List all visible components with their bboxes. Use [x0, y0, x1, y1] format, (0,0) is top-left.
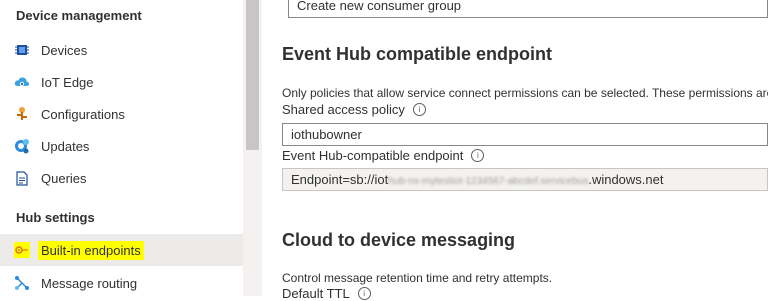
- device-management-title: Device management: [16, 8, 142, 23]
- hub-settings-title: Hub settings: [16, 210, 95, 225]
- endpoint-label: Event Hub-compatible endpoint i: [282, 148, 485, 163]
- cloud-icon: [14, 74, 30, 90]
- main-content: Create new consumer group Event Hub comp…: [262, 0, 768, 301]
- shared-access-policy-value: iothubowner: [291, 127, 362, 142]
- sidebar-item-label: IoT Edge: [41, 74, 94, 90]
- endpoint-obscured: hub-ns-mytestiot-1234567-abcdef.serviceb…: [388, 176, 589, 187]
- sidebar-item-label: Devices: [41, 42, 88, 58]
- sidebar-item-label: Message routing: [41, 275, 138, 291]
- chip-icon: [14, 42, 30, 58]
- sidebar-item-message-routing[interactable]: Message routing: [0, 267, 243, 299]
- endpoint-prefix: Endpoint=sb://iot: [291, 172, 389, 187]
- policy-note: Only policies that allow service connect…: [282, 86, 768, 100]
- endpoint-field[interactable]: Endpoint=sb://iothub-ns-mytestiot-123456…: [282, 168, 768, 191]
- default-ttl-label: Default TTL i: [282, 286, 371, 301]
- endpoint-icon: [14, 242, 30, 258]
- sidebar-item-built-in-endpoints[interactable]: Built-in endpoints: [0, 234, 243, 266]
- updates-icon: [14, 138, 30, 154]
- sidebar-item-queries[interactable]: Queries: [0, 162, 243, 194]
- sidebar-item-label: Configurations: [41, 106, 125, 122]
- c2d-note: Control message retention time and retry…: [282, 271, 553, 285]
- event-hub-title: Event Hub compatible endpoint: [282, 44, 553, 64]
- consumer-group-placeholder: Create new consumer group: [297, 0, 462, 13]
- info-icon[interactable]: i: [412, 103, 426, 116]
- sidebar: Device management Devices IoT Edge Confi…: [0, 0, 243, 296]
- sidebar-scrollbar-thumb[interactable]: [246, 0, 259, 150]
- routing-icon: [14, 275, 30, 291]
- configuration-icon: [14, 106, 30, 122]
- endpoint-label-text: Event Hub-compatible endpoint: [282, 148, 464, 163]
- document-icon: [14, 170, 30, 186]
- shared-access-policy-label-text: Shared access policy: [282, 102, 405, 117]
- info-icon[interactable]: i: [471, 149, 485, 162]
- sidebar-item-label: Queries: [41, 170, 87, 186]
- consumer-group-input[interactable]: Create new consumer group: [288, 0, 768, 18]
- shared-access-policy-select[interactable]: iothubowner: [282, 123, 768, 146]
- sidebar-item-label: Built-in endpoints: [38, 240, 144, 260]
- sidebar-item-configurations[interactable]: Configurations: [0, 98, 243, 130]
- shared-access-policy-label: Shared access policy i: [282, 102, 426, 117]
- sidebar-item-iot-edge[interactable]: IoT Edge: [0, 66, 243, 98]
- info-icon[interactable]: i: [357, 287, 371, 300]
- c2d-title: Cloud to device messaging: [282, 230, 516, 250]
- default-ttl-label-text: Default TTL: [282, 286, 350, 301]
- sidebar-item-label: Updates: [41, 138, 90, 154]
- endpoint-suffix: .windows.net: [588, 172, 664, 187]
- sidebar-item-updates[interactable]: Updates: [0, 130, 243, 162]
- sidebar-item-devices[interactable]: Devices: [0, 34, 243, 66]
